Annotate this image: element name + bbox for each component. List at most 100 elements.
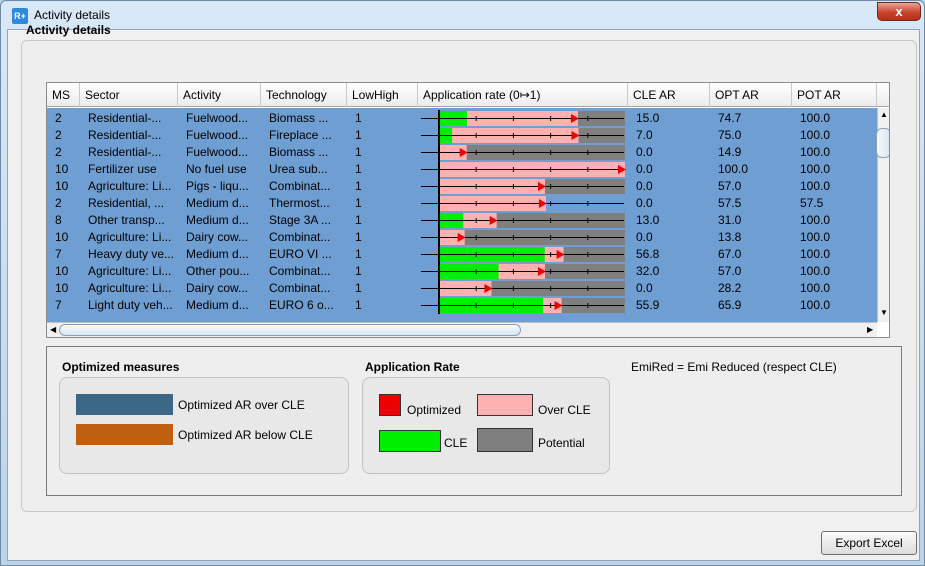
cell-ms: 7 [55, 298, 62, 312]
cell-activity: Medium d... [186, 247, 249, 261]
cell-technology: Fireplace ... [269, 128, 332, 142]
column-header-cle-ar[interactable]: CLE AR [628, 83, 710, 107]
cell-activity: Fuelwood... [186, 128, 249, 142]
column-header-pot-ar[interactable]: POT AR [792, 83, 877, 107]
cell-opt-ar: 67.0 [718, 247, 742, 261]
over-cle-label: Over CLE [538, 403, 591, 417]
cell-lowhigh: 1 [355, 264, 362, 278]
cell-lowhigh: 1 [355, 247, 362, 261]
table-row[interactable]: 2 Residential-... Fuelwood... Biomass ... 1 0… [47, 144, 877, 161]
column-header-activity[interactable]: Activity [178, 83, 261, 107]
table-row[interactable]: 10 Agriculture: Li... Pigs - liqu... Combin… [47, 178, 877, 195]
table-row[interactable]: 2 Residential-... Fuelwood... Biomass ... 1 1… [47, 110, 877, 127]
cell-activity: Dairy cow... [186, 281, 249, 295]
cell-lowhigh: 1 [355, 111, 362, 125]
column-header-application-rate[interactable]: Application rate (0↦1) [418, 83, 628, 107]
cell-opt-ar: 28.2 [718, 281, 742, 295]
cell-ms: 2 [55, 128, 62, 142]
application-rate-bar [419, 297, 626, 314]
table-row[interactable]: 10 Agriculture: Li... Dairy cow... Combinat… [47, 229, 877, 246]
table-row[interactable]: 8 Other transp... Medium d... Stage 3A ... 1… [47, 212, 877, 229]
activity-table: MS Sector Activity Technology LowHigh Ap… [46, 82, 890, 338]
export-excel-button[interactable]: Export Excel [821, 531, 917, 555]
cell-cle-ar: 0.0 [636, 230, 653, 244]
scroll-up-arrow-icon[interactable]: ▲ [878, 110, 889, 120]
cell-opt-ar: 74.7 [718, 111, 742, 125]
cell-sector: Light duty veh... [88, 298, 173, 312]
column-header-sector[interactable]: Sector [80, 83, 178, 107]
cell-opt-ar: 75.0 [718, 128, 742, 142]
cell-cle-ar: 7.0 [636, 128, 653, 142]
opt-over-label: Optimized AR over CLE [178, 398, 305, 412]
cell-sector: Residential, ... [88, 196, 165, 210]
cell-opt-ar: 57.0 [718, 179, 742, 193]
application-rate-bar [419, 195, 626, 212]
application-rate-bar [419, 280, 626, 297]
application-rate-bar [419, 178, 626, 195]
table-row[interactable]: 10 Agriculture: Li... Other pou... Combinat… [47, 263, 877, 280]
application-rate-bar [419, 229, 626, 246]
application-rate-group: Optimized Over CLE CLE Potential [362, 377, 610, 474]
table-row[interactable]: 7 Light duty veh... Medium d... EURO 6 o...… [47, 297, 877, 314]
cle-swatch [379, 430, 441, 452]
app-icon: R+ [12, 8, 28, 24]
table-row[interactable]: 2 Residential, ... Medium d... Thermost... 1… [47, 195, 877, 212]
table-header: MS Sector Activity Technology LowHigh Ap… [47, 83, 889, 107]
title-bar[interactable]: R+ Activity details x [1, 1, 924, 29]
table-row[interactable]: 10 Fertilizer use No fuel use Urea sub... 1 0… [47, 161, 877, 178]
cell-activity: Other pou... [186, 264, 250, 278]
column-header-technology[interactable]: Technology [261, 83, 347, 107]
section-title: Activity details [26, 23, 111, 37]
vertical-scroll-thumb[interactable] [876, 128, 889, 158]
column-header-opt-ar[interactable]: OPT AR [710, 83, 792, 107]
cell-technology: Combinat... [269, 281, 331, 295]
cell-ms: 2 [55, 111, 62, 125]
cell-activity: Dairy cow... [186, 230, 249, 244]
cell-pot-ar: 100.0 [800, 213, 831, 227]
cell-cle-ar: 13.0 [636, 213, 660, 227]
application-rate-title: Application Rate [365, 360, 460, 374]
cell-opt-ar: 14.9 [718, 145, 742, 159]
cell-lowhigh: 1 [355, 145, 362, 159]
cell-sector: Residential-... [88, 145, 162, 159]
cell-technology: Combinat... [269, 230, 331, 244]
cell-ms: 7 [55, 247, 62, 261]
cell-pot-ar: 57.5 [800, 196, 824, 210]
application-rate-bar [419, 212, 626, 229]
cell-cle-ar: 56.8 [636, 247, 660, 261]
cell-activity: Fuelwood... [186, 111, 249, 125]
close-button[interactable]: x [877, 2, 921, 21]
application-rate-bar [419, 127, 626, 144]
vertical-scrollbar[interactable]: ▲ ▼ [876, 108, 889, 322]
cell-pot-ar: 100.0 [800, 145, 831, 159]
optimized-measures-group: Optimized AR over CLE Optimized AR below… [59, 377, 349, 474]
cell-opt-ar: 13.8 [718, 230, 742, 244]
cell-opt-ar: 65.9 [718, 298, 742, 312]
cell-cle-ar: 55.9 [636, 298, 660, 312]
cell-sector: Agriculture: Li... [88, 179, 172, 193]
cell-sector: Residential-... [88, 111, 162, 125]
optimized-swatch [379, 394, 401, 416]
table-row[interactable]: 7 Heavy duty ve... Medium d... EURO VI ... 1… [47, 246, 877, 263]
cell-pot-ar: 100.0 [800, 247, 831, 261]
column-header-ms[interactable]: MS [47, 83, 80, 107]
cell-activity: Fuelwood... [186, 145, 249, 159]
table-row[interactable]: 10 Agriculture: Li... Dairy cow... Combinat… [47, 280, 877, 297]
cell-ms: 8 [55, 213, 62, 227]
cell-sector: Heavy duty ve... [88, 247, 175, 261]
horizontal-scroll-thumb[interactable] [59, 324, 521, 336]
horizontal-scrollbar[interactable]: ◀ ▶ [47, 322, 877, 337]
cell-activity: Pigs - liqu... [186, 179, 249, 193]
cell-opt-ar: 57.5 [718, 196, 742, 210]
scroll-down-arrow-icon[interactable]: ▼ [878, 308, 889, 318]
cell-ms: 10 [55, 179, 69, 193]
scroll-right-arrow-icon[interactable]: ▶ [867, 325, 873, 334]
scroll-left-arrow-icon[interactable]: ◀ [50, 325, 56, 334]
cell-cle-ar: 15.0 [636, 111, 660, 125]
over-cle-swatch [477, 394, 533, 416]
cell-ms: 10 [55, 162, 69, 176]
table-row[interactable]: 2 Residential-... Fuelwood... Fireplace ...… [47, 127, 877, 144]
cell-technology: EURO 6 o... [269, 298, 334, 312]
column-header-lowhigh[interactable]: LowHigh [347, 83, 418, 107]
cell-activity: Medium d... [186, 196, 249, 210]
